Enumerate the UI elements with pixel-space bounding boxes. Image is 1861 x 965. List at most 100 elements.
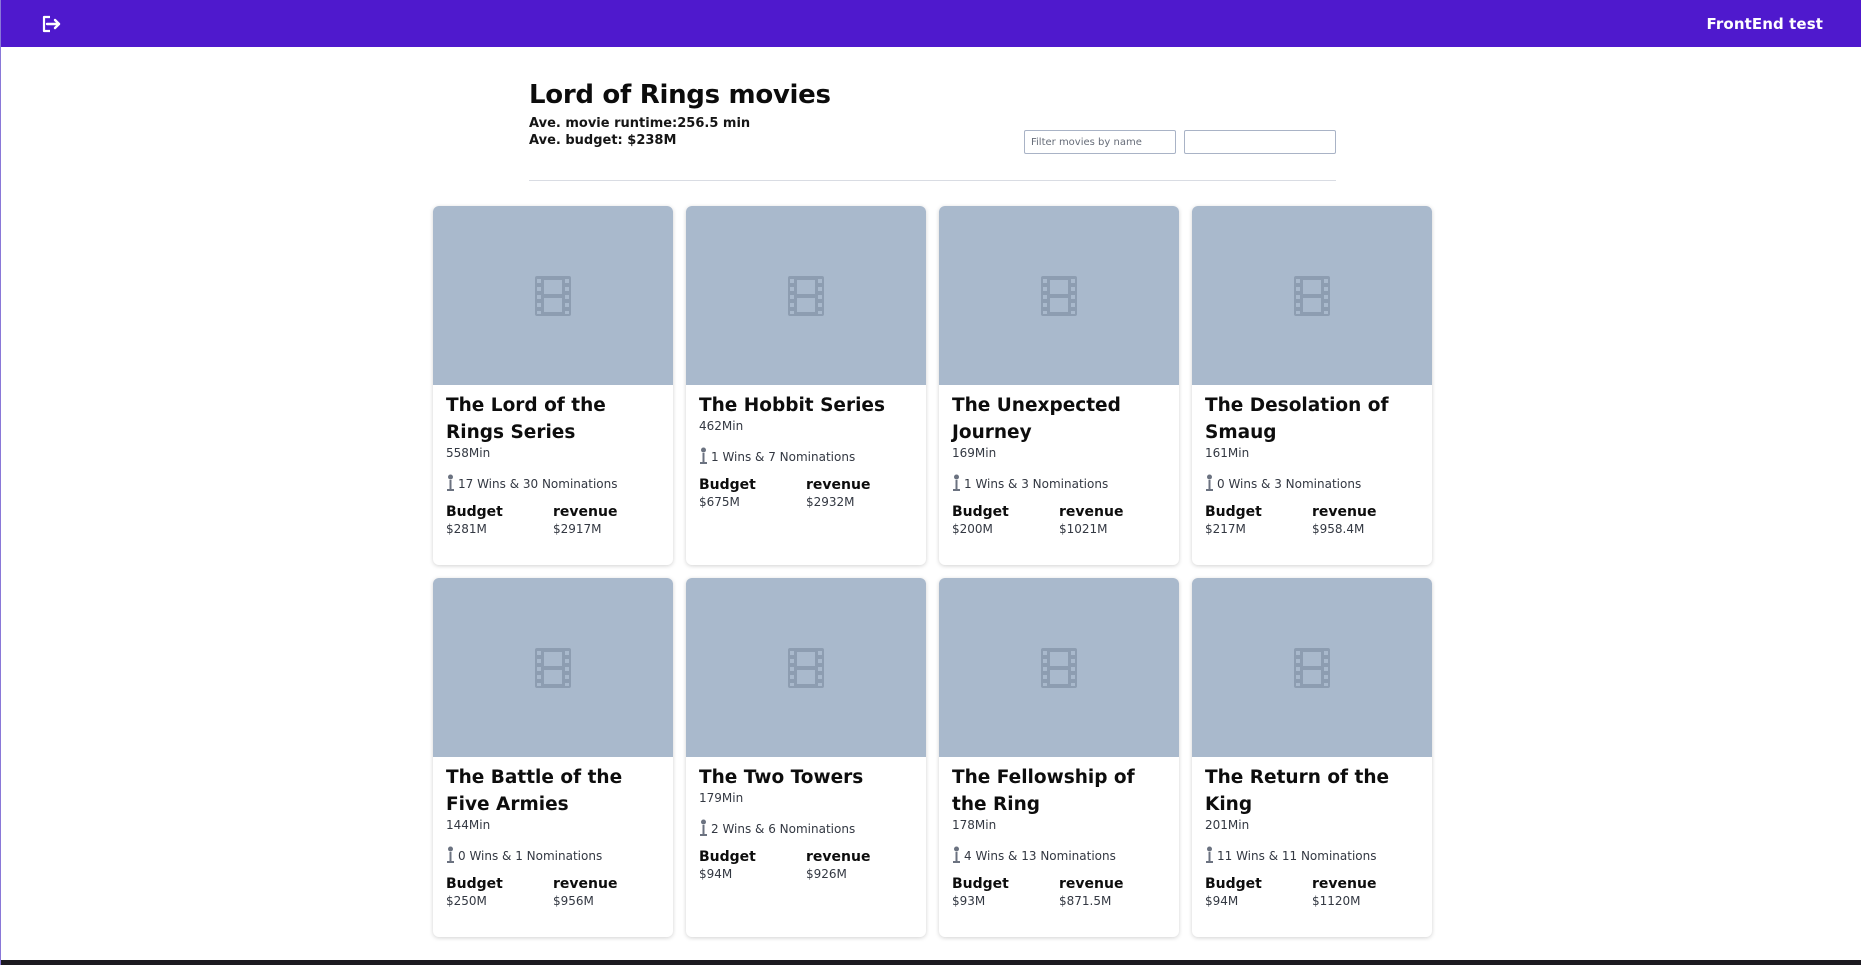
revenue-block: revenue $1120M	[1312, 876, 1419, 908]
movie-card[interactable]: The Two Towers 179Min 2 Wins & 6 Nominat…	[686, 578, 926, 937]
budget-value: $250M	[446, 894, 487, 908]
budget-block: Budget $93M	[952, 876, 1059, 908]
revenue-block: revenue $926M	[806, 849, 913, 881]
movie-card[interactable]: The Return of the King 201Min 11 Wins & …	[1192, 578, 1432, 937]
budget-value: $281M	[446, 522, 487, 536]
awards-text: 1 Wins & 7 Nominations	[711, 450, 856, 464]
budget-label: Budget	[1205, 504, 1262, 520]
awards-text: 4 Wins & 13 Nominations	[964, 849, 1116, 863]
revenue-value: $1120M	[1312, 894, 1361, 908]
average-runtime: Ave. movie runtime:256.5 min	[529, 116, 751, 131]
film-strip-icon	[788, 647, 824, 688]
trophy-icon	[700, 447, 707, 464]
poster-placeholder	[1192, 578, 1432, 757]
film-strip-icon	[1041, 647, 1077, 688]
movie-runtime: 558Min	[446, 446, 491, 460]
movie-card[interactable]: The Fellowship of the Ring 178Min 4 Wins…	[939, 578, 1179, 937]
revenue-value: $958.4M	[1312, 522, 1365, 536]
revenue-value: $2932M	[806, 495, 855, 509]
movie-card[interactable]: The Desolation of Smaug 161Min 0 Wins & …	[1192, 206, 1432, 565]
budget-value: $94M	[699, 867, 733, 881]
movie-title: The Desolation of Smaug	[1205, 395, 1389, 443]
movie-title: The Return of the King	[1205, 767, 1390, 815]
movie-card[interactable]: The Unexpected Journey 169Min 1 Wins & 3…	[939, 206, 1179, 565]
budget-value: $200M	[952, 522, 993, 536]
card-body: The Hobbit Series 462Min 1 Wins & 7 Nomi…	[686, 385, 926, 509]
movie-awards: 1 Wins & 7 Nominations	[699, 447, 913, 464]
film-strip-icon	[1294, 275, 1330, 316]
budget-value: $94M	[1205, 894, 1239, 908]
budget-value: $217M	[1205, 522, 1246, 536]
poster-placeholder	[1192, 206, 1432, 385]
movie-runtime: 201Min	[1205, 818, 1250, 832]
card-body: The Fellowship of the Ring 178Min 4 Wins…	[939, 757, 1179, 908]
budget-label: Budget	[446, 504, 503, 520]
filter-secondary-input[interactable]	[1184, 130, 1336, 154]
movie-awards: 17 Wins & 30 Nominations	[446, 474, 660, 491]
revenue-value: $1021M	[1059, 522, 1108, 536]
card-body: The Lord of the Rings Series 558Min 17 W…	[433, 385, 673, 536]
budget-value: $93M	[952, 894, 986, 908]
budget-label: Budget	[1205, 876, 1262, 892]
revenue-value: $956M	[553, 894, 594, 908]
budget-block: Budget $94M	[1205, 876, 1312, 908]
movie-runtime: 161Min	[1205, 446, 1250, 460]
movie-awards: 4 Wins & 13 Nominations	[952, 846, 1166, 863]
revenue-block: revenue $2932M	[806, 477, 913, 509]
exit-arrow-icon[interactable]	[39, 11, 65, 37]
money-row: Budget $250M revenue $956M	[446, 876, 660, 908]
budget-label: Budget	[699, 477, 756, 493]
film-strip-icon	[535, 647, 571, 688]
poster-placeholder	[686, 578, 926, 757]
money-row: Budget $93M revenue $871.5M	[952, 876, 1166, 908]
budget-block: Budget $200M	[952, 504, 1059, 536]
money-row: Budget $281M revenue $2917M	[446, 504, 660, 536]
budget-label: Budget	[952, 504, 1009, 520]
page-header: Lord of Rings movies Ave. movie runtime:…	[529, 80, 1336, 181]
movie-card[interactable]: The Battle of the Five Armies 144Min 0 W…	[433, 578, 673, 937]
filter-bar	[1024, 130, 1336, 154]
trophy-icon	[1206, 846, 1213, 863]
revenue-block: revenue $871.5M	[1059, 876, 1166, 908]
movie-awards: 2 Wins & 6 Nominations	[699, 819, 913, 836]
movie-title: The Unexpected Journey	[952, 395, 1121, 443]
revenue-label: revenue	[553, 504, 618, 520]
awards-text: 11 Wins & 11 Nominations	[1217, 849, 1377, 863]
revenue-label: revenue	[1059, 876, 1124, 892]
movie-card[interactable]: The Hobbit Series 462Min 1 Wins & 7 Nomi…	[686, 206, 926, 565]
trophy-icon	[447, 846, 454, 863]
money-row: Budget $94M revenue $926M	[699, 849, 913, 881]
revenue-label: revenue	[553, 876, 618, 892]
revenue-block: revenue $1021M	[1059, 504, 1166, 536]
awards-text: 0 Wins & 1 Nominations	[458, 849, 603, 863]
top-navbar: FrontEnd test	[1, 0, 1861, 47]
film-strip-icon	[1294, 647, 1330, 688]
trophy-icon	[953, 474, 960, 491]
page-title: Lord of Rings movies	[529, 80, 831, 110]
movie-title: The Battle of the Five Armies	[446, 767, 623, 815]
trophy-icon	[953, 846, 960, 863]
budget-block: Budget $675M	[699, 477, 806, 509]
movie-awards: 0 Wins & 3 Nominations	[1205, 474, 1419, 491]
movie-runtime: 144Min	[446, 818, 491, 832]
film-strip-icon	[1041, 275, 1077, 316]
revenue-value: $2917M	[553, 522, 602, 536]
movie-card[interactable]: The Lord of the Rings Series 558Min 17 W…	[433, 206, 673, 565]
poster-placeholder	[939, 578, 1179, 757]
card-body: The Desolation of Smaug 161Min 0 Wins & …	[1192, 385, 1432, 536]
revenue-label: revenue	[806, 477, 871, 493]
filter-name-input[interactable]	[1024, 130, 1176, 154]
poster-placeholder	[686, 206, 926, 385]
revenue-block: revenue $2917M	[553, 504, 660, 536]
revenue-label: revenue	[1059, 504, 1124, 520]
awards-text: 1 Wins & 3 Nominations	[964, 477, 1109, 491]
money-row: Budget $94M revenue $1120M	[1205, 876, 1419, 908]
money-row: Budget $675M revenue $2932M	[699, 477, 913, 509]
revenue-label: revenue	[1312, 876, 1377, 892]
film-strip-icon	[788, 275, 824, 316]
brand-title[interactable]: FrontEnd test	[1707, 15, 1823, 33]
movie-grid: The Lord of the Rings Series 558Min 17 W…	[433, 206, 1432, 937]
card-body: The Unexpected Journey 169Min 1 Wins & 3…	[939, 385, 1179, 536]
trophy-icon	[447, 474, 454, 491]
revenue-value: $926M	[806, 867, 847, 881]
